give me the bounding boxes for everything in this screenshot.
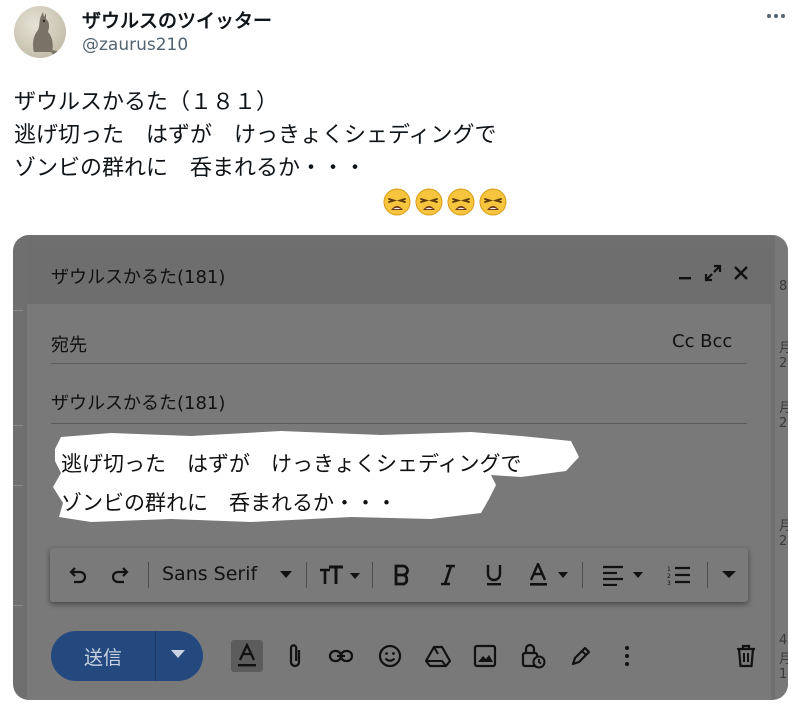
italic-icon[interactable]: [434, 548, 462, 602]
svg-text:3: 3: [667, 580, 671, 586]
more-options-vertical-icon[interactable]: [611, 640, 643, 672]
toolbar-separator: [372, 562, 373, 588]
background-row-line: [13, 605, 23, 606]
bold-icon[interactable]: [388, 548, 416, 602]
body-line[interactable]: ゾンビの群れに 呑まれるか・・・: [61, 487, 397, 517]
svg-text:1: 1: [667, 566, 671, 573]
background-date: 月2: [779, 401, 788, 431]
send-button-label: 送信: [84, 647, 123, 669]
google-drive-icon[interactable]: [422, 640, 454, 672]
body-line[interactable]: 逃げ切った はずが けっきょくシェディングで: [61, 448, 522, 478]
discard-draft-icon[interactable]: [730, 640, 762, 672]
text-size-icon[interactable]: [316, 548, 364, 602]
cc-bcc-link[interactable]: Cc Bcc: [672, 331, 732, 352]
background-date: 4月1: [779, 633, 788, 682]
toolbar-separator: [148, 562, 149, 588]
more-options-icon[interactable]: [762, 4, 790, 28]
emoji-row: [383, 188, 507, 216]
send-button[interactable]: 送信: [51, 631, 203, 681]
toolbar-separator: [707, 562, 708, 588]
tweet-line: ザウルスかるた（１８１）: [14, 90, 279, 115]
background-inbox-strip: [775, 235, 788, 700]
minimize-icon[interactable]: [674, 262, 696, 284]
send-divider: [155, 631, 156, 681]
attach-file-icon[interactable]: [279, 640, 311, 672]
background-date: 月2: [779, 341, 788, 371]
text-color-icon[interactable]: [526, 548, 574, 602]
close-icon[interactable]: [730, 262, 752, 284]
attached-image[interactable]: 8 月2 月2 月24 4月1 ザウルスかるた(181) 宛先 Cc Bcc ザ…: [13, 235, 788, 700]
tweet-line: 逃げ切った はずが けっきょくシェディングで: [14, 123, 497, 148]
compose-window: ザウルスかるた(181) 宛先 Cc Bcc ザウルスかるた(181) 逃げ切っ…: [27, 242, 771, 700]
background-date: 8: [779, 279, 788, 294]
tweet-line: ゾンビの群れに 呑まれるか・・・: [14, 156, 367, 181]
recipients-label[interactable]: 宛先: [51, 331, 87, 357]
toolbar-separator: [306, 562, 307, 588]
avatar[interactable]: [14, 6, 66, 58]
formatting-toolbar: Sans Serif 1 2 3: [50, 548, 748, 602]
chevron-down-icon[interactable]: [276, 548, 296, 602]
toolbar-separator: [582, 562, 583, 588]
kangaroo-avatar-icon: [33, 12, 62, 56]
compose-header: ザウルスかるた(181): [27, 242, 771, 304]
weary-face-icon: [447, 188, 475, 216]
background-date: 月24: [779, 519, 788, 549]
redo-icon[interactable]: [106, 548, 136, 602]
weary-face-icon: [415, 188, 443, 216]
emoji-icon[interactable]: [374, 640, 406, 672]
weary-face-icon: [383, 188, 411, 216]
subject-divider: [51, 423, 747, 424]
subject-field[interactable]: ザウルスかるた(181): [51, 389, 225, 415]
weary-face-icon: [479, 188, 507, 216]
insert-photo-icon[interactable]: [469, 640, 501, 672]
more-formatting-icon[interactable]: [716, 548, 742, 602]
background-row-line: [13, 485, 23, 486]
undo-icon[interactable]: [62, 548, 92, 602]
formatting-options-icon[interactable]: [231, 640, 263, 672]
insert-link-icon[interactable]: [325, 640, 357, 672]
send-options-icon[interactable]: [171, 650, 185, 659]
underline-icon[interactable]: [480, 548, 508, 602]
expand-icon[interactable]: [702, 262, 724, 284]
display-name[interactable]: ザウルスのツイッター: [82, 6, 272, 33]
recipients-divider: [51, 363, 747, 364]
numbered-list-icon[interactable]: 123: [664, 548, 694, 602]
confidential-mode-icon[interactable]: [517, 640, 549, 672]
svg-text:2: 2: [667, 573, 671, 580]
tweet-text: ザウルスかるた（１８１） 逃げ切った はずが けっきょくシェディングで ゾンビの…: [14, 86, 496, 185]
align-icon[interactable]: [598, 548, 652, 602]
background-row-line: [13, 310, 23, 311]
compose-title: ザウルスかるた(181): [51, 267, 226, 288]
user-handle[interactable]: @zaurus210: [82, 35, 188, 55]
font-family-select[interactable]: Sans Serif: [162, 563, 257, 585]
background-row-line: [13, 425, 23, 426]
signature-pen-icon[interactable]: [565, 640, 597, 672]
